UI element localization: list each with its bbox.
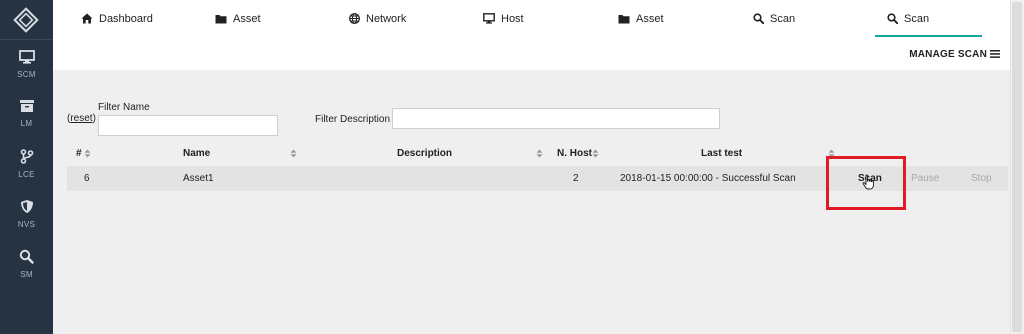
tab-network[interactable]: Network [349,0,406,39]
manage-bar: MANAGE SCAN [53,39,1010,70]
column-header-description[interactable]: Description [397,148,452,159]
cell-last-test: 2018-01-15 00:00:00 - Successful Scan [620,173,796,184]
sidebar: SCM LM LCE NVS SM [0,0,53,334]
sort-icon[interactable] [536,149,543,158]
folder-icon [618,15,630,24]
filter-description-input[interactable] [392,108,720,129]
cell-name: Asset1 [183,173,214,184]
home-icon [81,13,93,24]
branch-icon [20,149,33,164]
cell-hosts: 2 [573,173,579,184]
column-header-id[interactable]: # [76,148,82,159]
column-header-name[interactable]: Name [183,148,210,159]
globe-icon [349,13,360,24]
sort-icon[interactable] [592,149,599,158]
sidebar-item-label: NVS [17,220,36,229]
logo-icon[interactable] [12,6,40,34]
monitor-icon [483,13,495,24]
tab-bar: Dashboard Asset Network Host Asset Scan … [53,0,1010,39]
reset-link[interactable]: reset [70,113,92,124]
filter-name-label: Filter Name [98,102,150,113]
sidebar-item-sm[interactable]: SM [0,249,53,279]
shield-icon [20,200,33,213]
stop-button[interactable]: Stop [971,173,992,184]
tab-scan[interactable]: Scan [753,0,795,39]
monitor-icon [18,50,35,64]
manage-scan-button[interactable]: MANAGE SCAN [909,49,1000,60]
sort-icon[interactable] [290,149,297,158]
tab-asset-2[interactable]: Asset [618,0,664,39]
scrollbar-thumb[interactable] [1012,2,1022,332]
filter-name-input[interactable] [98,115,278,136]
reset-filters: (reset) [67,113,96,124]
column-header-hosts[interactable]: N. Host [557,148,592,159]
sidebar-divider [0,39,53,40]
search-icon [19,249,34,264]
sidebar-item-nvs[interactable]: NVS [0,199,53,229]
archive-icon [19,100,34,112]
sidebar-item-label: SCM [17,70,36,79]
hand-cursor-icon [862,174,874,190]
tab-asset[interactable]: Asset [215,0,261,39]
search-icon [753,13,765,25]
sidebar-item-label: SM [20,270,33,279]
tab-dashboard[interactable]: Dashboard [81,0,153,39]
sort-icon[interactable] [84,149,91,158]
tab-host[interactable]: Host [483,0,524,39]
pause-button[interactable]: Pause [911,173,939,184]
tab-scan-active[interactable]: Scan [875,0,982,37]
sidebar-item-lm[interactable]: LM [0,99,53,128]
filter-description-label: Filter Description [315,114,391,125]
cell-id: 6 [84,173,90,184]
sidebar-item-label: LM [20,119,33,128]
folder-icon [215,15,227,24]
sidebar-item-lce[interactable]: LCE [0,149,53,179]
column-header-last-test[interactable]: Last test [701,148,742,159]
search-icon [887,13,899,25]
menu-icon [990,50,1000,58]
sidebar-item-label: LCE [18,170,35,179]
sidebar-item-scm[interactable]: SCM [0,50,53,79]
